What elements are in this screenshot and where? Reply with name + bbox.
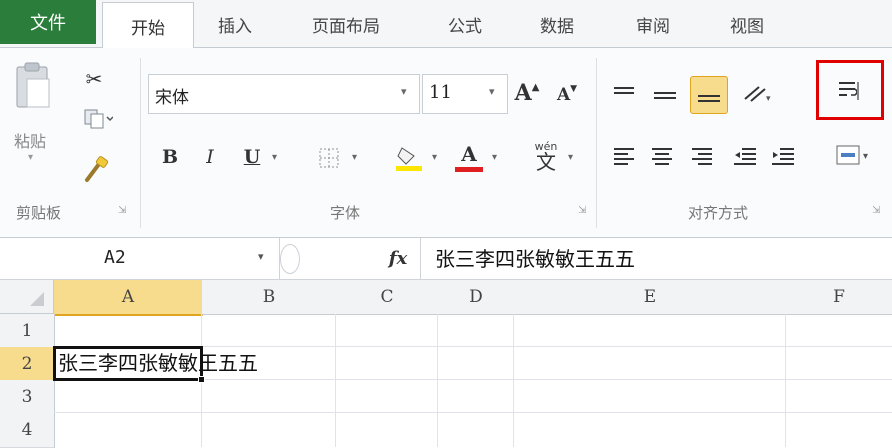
copy-icon[interactable]	[78, 106, 118, 132]
chevron-down-icon[interactable]: ▾	[432, 152, 437, 163]
font-size-combo[interactable]: 11 ▾	[422, 74, 508, 114]
wrap-text-icon[interactable]	[832, 76, 866, 106]
format-painter-icon[interactable]	[80, 156, 110, 184]
tab-home[interactable]: 开始	[102, 2, 194, 49]
group-divider	[140, 58, 141, 228]
gridline	[54, 412, 892, 413]
align-bottom-icon[interactable]	[690, 76, 728, 114]
font-name-value: 宋体	[155, 88, 189, 108]
paste-icon[interactable]	[8, 58, 58, 114]
gridline	[335, 314, 336, 447]
row-header-1[interactable]: 1	[0, 314, 55, 348]
column-header-d[interactable]: D	[438, 280, 515, 315]
paste-button[interactable]: 粘贴	[14, 128, 46, 152]
alignment-group-label: 对齐方式	[688, 204, 749, 222]
fill-color-icon[interactable]	[392, 140, 426, 174]
paste-dropdown-arrow[interactable]: ▾	[28, 152, 33, 163]
bold-button[interactable]: B	[158, 142, 182, 172]
select-all-corner[interactable]	[0, 280, 54, 314]
align-center-icon[interactable]	[650, 142, 674, 170]
svg-text:▾: ▾	[863, 151, 868, 162]
column-header-c[interactable]: C	[336, 280, 439, 315]
column-header-e[interactable]: E	[514, 280, 787, 315]
increase-indent-icon[interactable]	[770, 142, 796, 170]
grow-font-label: A	[514, 80, 532, 106]
column-header-b[interactable]: B	[202, 280, 337, 315]
tab-insert[interactable]: 插入	[218, 12, 252, 37]
tab-data[interactable]: 数据	[540, 12, 574, 37]
align-middle-icon[interactable]	[650, 82, 680, 110]
worksheet-grid: A B C D E F 1 2 3 4 张三李四张敏敏王五五	[0, 280, 892, 448]
cut-icon[interactable]: ✂	[80, 66, 108, 92]
gridline	[513, 314, 514, 447]
name-box[interactable]: A2 ▾	[0, 238, 280, 280]
shrink-font-button[interactable]: A ▼	[552, 80, 582, 110]
chevron-down-icon[interactable]: ▾	[258, 250, 264, 263]
grow-font-button[interactable]: A ▲	[512, 78, 542, 108]
active-cell-border	[53, 346, 203, 381]
font-color-swatch	[455, 167, 483, 172]
decrease-indent-icon[interactable]	[732, 142, 758, 170]
underline-button[interactable]: U	[240, 142, 264, 172]
clipboard-dialog-launcher[interactable]: ⇲	[118, 205, 130, 217]
ribbon: 粘贴 ▾ ✂ 剪贴板 ⇲ 宋体 ▾ 11 ▾ A▲ A▼ B I U ▾ ▾	[0, 48, 892, 238]
borders-icon[interactable]	[314, 144, 344, 172]
row-header-4[interactable]: 4	[0, 413, 55, 448]
svg-text:▾: ▾	[766, 94, 771, 104]
align-top-icon[interactable]	[612, 82, 636, 106]
chevron-down-icon[interactable]: ▾	[352, 152, 357, 163]
phonetic-char: 文	[536, 149, 556, 174]
chevron-down-icon[interactable]: ▾	[489, 85, 495, 98]
phonetic-guide-button[interactable]: wén 文	[528, 136, 564, 176]
tab-file[interactable]: 文件	[0, 0, 96, 44]
gridline	[785, 314, 786, 447]
group-divider	[596, 58, 597, 228]
align-left-icon[interactable]	[612, 142, 636, 170]
formula-bar: A2 ▾ fx 张三李四张敏敏王五五	[0, 238, 892, 280]
align-right-icon[interactable]	[690, 142, 714, 170]
font-color-button[interactable]: A	[452, 138, 486, 176]
font-group-label: 字体	[330, 204, 361, 222]
merge-center-icon[interactable]: ▾	[832, 140, 878, 170]
font-name-combo[interactable]: 宋体 ▾	[148, 74, 420, 114]
insert-function-button[interactable]: fx	[380, 242, 416, 274]
name-box-value: A2	[104, 247, 126, 268]
tab-view[interactable]: 视图	[730, 12, 764, 37]
tab-page-layout[interactable]: 页面布局	[312, 12, 380, 37]
gridline	[437, 314, 438, 447]
clipboard-group-label: 剪贴板	[16, 204, 62, 222]
italic-button[interactable]: I	[198, 142, 222, 172]
row-header-3[interactable]: 3	[0, 380, 55, 414]
tab-formulas[interactable]: 公式	[448, 12, 482, 37]
row-header-2[interactable]: 2	[0, 347, 55, 381]
chevron-down-icon[interactable]: ▾	[272, 152, 277, 163]
column-header-f[interactable]: F	[786, 280, 892, 315]
font-dialog-launcher[interactable]: ⇲	[578, 205, 590, 217]
column-header-a[interactable]: A	[54, 280, 203, 316]
chevron-down-icon[interactable]: ▾	[492, 152, 497, 163]
shrink-font-label: A	[556, 85, 571, 105]
orientation-icon[interactable]: ▾	[738, 78, 776, 108]
chevron-down-icon[interactable]: ▾	[401, 85, 407, 98]
tab-review[interactable]: 审阅	[636, 12, 670, 37]
formula-bar-circle-icon	[280, 244, 300, 274]
font-size-value: 11	[429, 82, 452, 103]
alignment-dialog-launcher[interactable]: ⇲	[872, 205, 884, 217]
chevron-down-icon[interactable]: ▾	[568, 152, 573, 163]
ribbon-tab-bar: 文件 开始 插入 页面布局 公式 数据 审阅 视图	[0, 0, 892, 49]
formula-input[interactable]: 张三李四张敏敏王五五	[420, 238, 892, 280]
font-color-letter: A	[461, 142, 477, 166]
fill-handle[interactable]	[198, 376, 205, 383]
